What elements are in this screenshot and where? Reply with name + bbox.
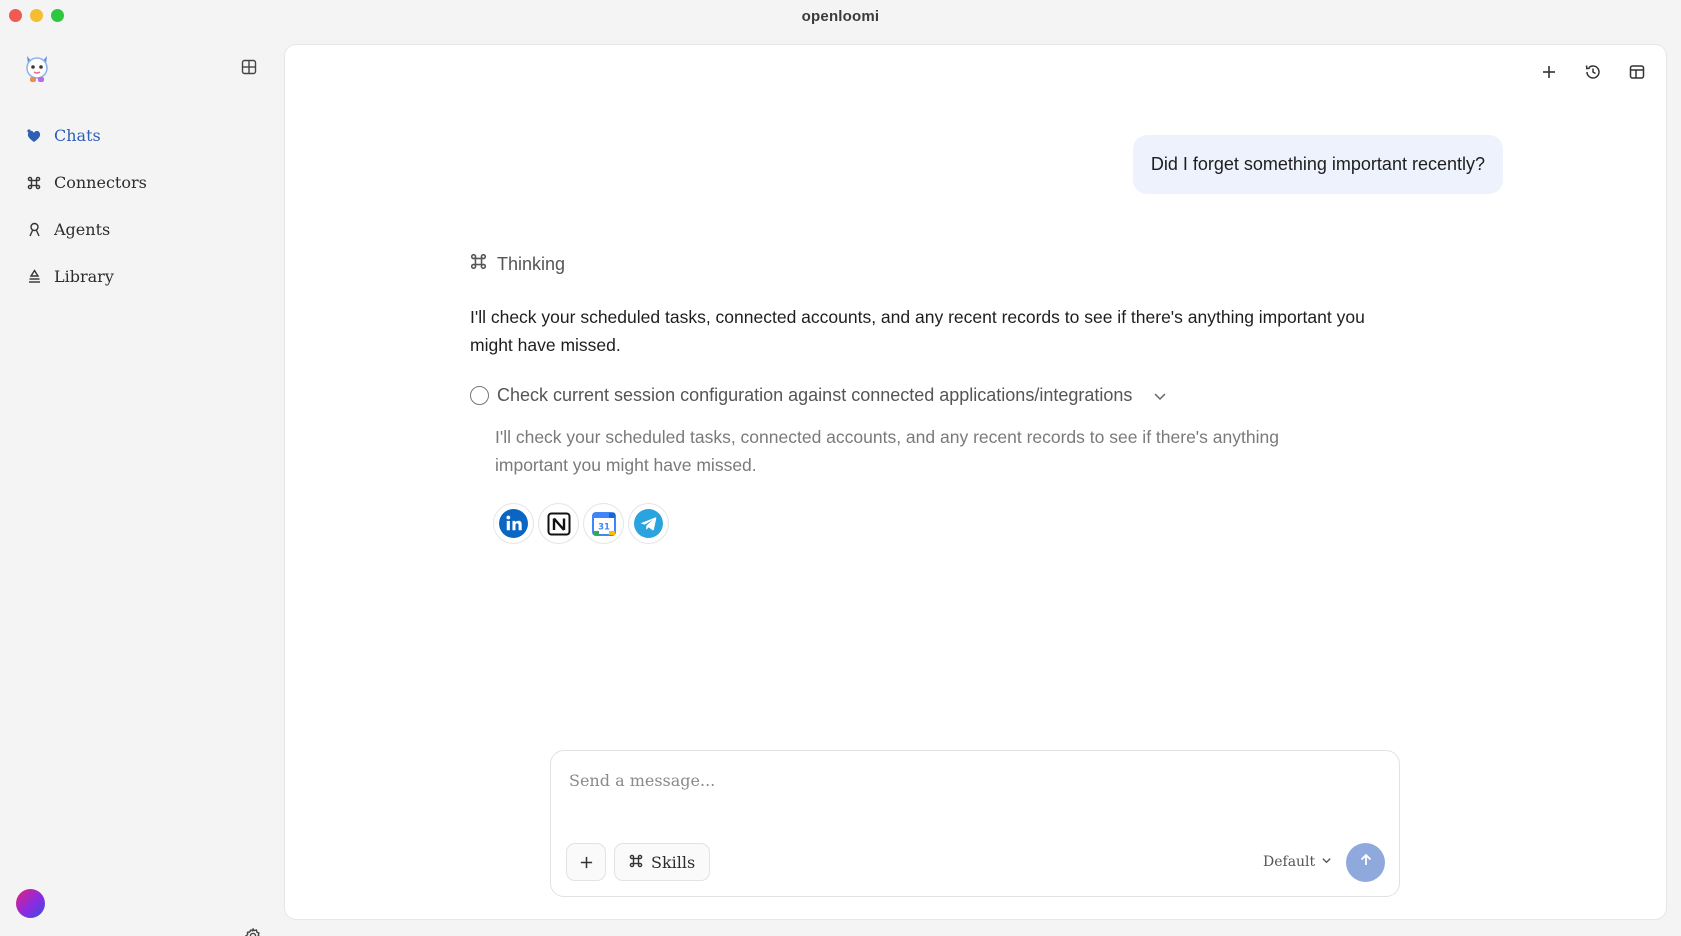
task-description: I'll check your scheduled tasks, connect…	[495, 427, 1279, 475]
avatar[interactable]	[16, 889, 45, 918]
title-bar: openloomi	[0, 0, 1681, 32]
chat-toolbar	[1538, 61, 1648, 83]
sidebar-item-label: Agents	[54, 220, 111, 239]
linkedin-icon[interactable]	[493, 503, 534, 544]
svg-text:31: 31	[598, 522, 610, 532]
task-step[interactable]: Check current session configuration agai…	[470, 385, 1168, 406]
telegram-icon[interactable]	[628, 503, 669, 544]
google-calendar-icon[interactable]: 31	[583, 503, 624, 544]
chevron-down-icon	[1321, 854, 1332, 870]
arrow-up-icon	[1358, 852, 1374, 873]
agent-icon	[26, 222, 42, 238]
skills-button[interactable]: Skills	[614, 843, 711, 881]
minimize-window-button[interactable]	[30, 9, 43, 22]
assistant-message: I'll check your scheduled tasks, connect…	[470, 307, 1365, 355]
user-message: Did I forget something important recentl…	[1132, 135, 1503, 194]
sidebar-nav: Chats Connectors Agents Library	[26, 112, 147, 300]
sidebar-item-library[interactable]: Library	[26, 253, 147, 300]
chat-panel: Did I forget something important recentl…	[284, 44, 1667, 920]
window-controls	[9, 9, 64, 22]
notion-icon[interactable]	[538, 503, 579, 544]
close-window-button[interactable]	[9, 9, 22, 22]
sidebar-item-label: Chats	[54, 126, 101, 145]
command-icon	[26, 175, 42, 191]
command-icon	[629, 853, 643, 872]
skills-label: Skills	[651, 852, 696, 872]
sidebar: Chats Connectors Agents Library	[0, 32, 284, 936]
thinking-indicator[interactable]: Thinking	[470, 253, 565, 275]
sidebar-toggle-icon[interactable]	[240, 58, 258, 76]
app-logo-icon[interactable]	[22, 52, 52, 84]
new-chat-icon[interactable]	[1538, 61, 1560, 83]
message-input[interactable]	[569, 767, 1369, 793]
library-icon	[26, 269, 42, 285]
sidebar-item-chats[interactable]: Chats	[26, 112, 147, 159]
model-label: Default	[1263, 854, 1316, 870]
gear-icon[interactable]	[244, 927, 262, 936]
add-attachment-button[interactable]	[566, 843, 606, 881]
send-button[interactable]	[1346, 843, 1385, 882]
sidebar-item-label: Connectors	[54, 173, 147, 192]
window-title: openloomi	[801, 7, 880, 25]
maximize-window-button[interactable]	[51, 9, 64, 22]
chevron-down-icon[interactable]	[1152, 388, 1168, 404]
connected-apps: 31	[493, 503, 669, 544]
thinking-label: Thinking	[497, 253, 566, 274]
panel-layout-icon[interactable]	[1626, 61, 1648, 83]
task-status-circle-icon	[470, 386, 489, 405]
heart-bubble-icon	[26, 128, 42, 144]
sidebar-item-label: Library	[54, 267, 114, 286]
sidebar-item-agents[interactable]: Agents	[26, 206, 147, 253]
model-select[interactable]: Default	[1263, 854, 1332, 870]
sidebar-item-connectors[interactable]: Connectors	[26, 159, 147, 206]
command-icon	[470, 253, 487, 275]
task-title: Check current session configuration agai…	[497, 385, 1133, 405]
message-composer: Skills Default	[550, 750, 1400, 897]
history-icon[interactable]	[1582, 61, 1604, 83]
